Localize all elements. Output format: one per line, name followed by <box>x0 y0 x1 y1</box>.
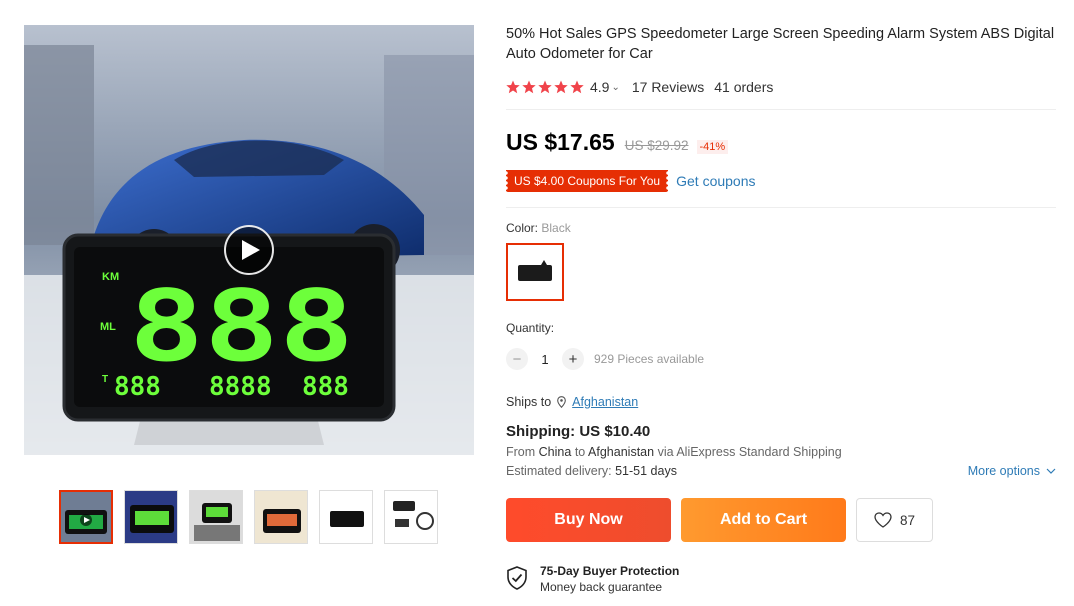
small-digits-middle: 8888 <box>209 372 272 402</box>
shipping-method: via AliExpress Standard Shipping <box>657 445 842 459</box>
shield-check-icon <box>507 566 527 590</box>
chevron-down-icon[interactable]: ⌄ <box>611 82 619 93</box>
orders-count: 41 orders <box>714 79 774 95</box>
star-rating <box>506 80 584 94</box>
shipping-from-prefix: From <box>506 445 536 459</box>
increase-quantity-button[interactable]: + <box>562 348 584 370</box>
delivery-row: Estimated delivery: 51-51 days More opti… <box>506 464 1056 478</box>
thumbnail-4[interactable] <box>254 490 308 544</box>
add-to-cart-button[interactable]: Add to Cart <box>681 498 846 542</box>
main-digits: 888 <box>129 270 354 384</box>
color-value: Black <box>541 221 571 235</box>
thumbnail-3[interactable] <box>189 490 243 544</box>
more-options-link[interactable]: More options <box>968 464 1056 478</box>
star-icon <box>554 80 568 94</box>
shipping-origin: China <box>538 445 572 459</box>
rating-row: 4.9 ⌄ 17 Reviews 41 orders <box>506 77 1056 97</box>
pieces-available: 929 Pieces available <box>594 352 705 366</box>
shipping-cost: Shipping: US $10.40 <box>506 423 651 440</box>
shipping-to-word: to <box>574 445 586 459</box>
product-info: 50% Hot Sales GPS Speedometer Large Scre… <box>506 25 1056 594</box>
t-label: T <box>102 374 108 385</box>
star-icon <box>506 80 520 94</box>
thumbnail-image <box>255 491 307 543</box>
small-digits-right: 888 <box>302 372 349 402</box>
divider <box>506 207 1056 208</box>
get-coupons-link[interactable]: Get coupons <box>676 173 755 189</box>
buyer-protection: 75-Day Buyer Protection Money back guara… <box>506 564 1056 594</box>
rating-value[interactable]: 4.9 <box>590 79 609 95</box>
star-icon <box>522 80 536 94</box>
buy-now-button[interactable]: Buy Now <box>506 498 671 542</box>
main-product-image[interactable]: KM ML 888 T 888 8888 888 <box>24 25 474 455</box>
shipping-destination: Afghanistan <box>588 445 655 459</box>
ships-to-row: Ships to Afghanistan <box>506 395 1056 409</box>
play-video-button[interactable] <box>224 225 274 275</box>
price-row: US $17.65 US $29.92 -41% <box>506 129 1056 156</box>
thumbnail-5[interactable] <box>319 490 373 544</box>
thumbnail-2[interactable] <box>124 490 178 544</box>
heart-icon <box>874 512 892 528</box>
quantity-label: Quantity: <box>506 321 555 335</box>
thumbnail-image <box>125 491 177 543</box>
delivery-days: 51-51 days <box>615 464 677 478</box>
location-pin-icon <box>557 396 567 408</box>
quantity-value[interactable]: 1 <box>528 352 562 367</box>
color-label-text: Color: <box>506 221 539 235</box>
coupon-badge[interactable]: US $4.00 Coupons For You <box>506 170 669 192</box>
star-icon <box>538 80 552 94</box>
shipping-route: From China to Afghanistan via AliExpress… <box>506 445 1056 459</box>
more-options-label: More options <box>967 464 1040 478</box>
coupon-row: US $4.00 Coupons For You Get coupons <box>506 170 1056 192</box>
thumbnail-6[interactable] <box>384 490 438 544</box>
color-label: Color: Black <box>506 221 1056 235</box>
thumbnail-strip <box>59 490 438 544</box>
thumbnail-1[interactable] <box>59 490 113 544</box>
ships-to-label: Ships to <box>506 395 552 409</box>
wishlist-count: 87 <box>899 512 916 528</box>
star-icon <box>570 80 584 94</box>
color-swatch-black[interactable] <box>506 243 564 301</box>
current-price: US $17.65 <box>506 129 615 155</box>
km-label: KM <box>102 271 119 283</box>
product-page: KM ML 888 T 888 8888 888 50% Hot Sales G… <box>0 0 1074 606</box>
wishlist-button[interactable]: 87 <box>856 498 933 542</box>
reviews-link[interactable]: 17 Reviews <box>632 79 704 95</box>
action-buttons: Buy Now Add to Cart 87 <box>506 498 1056 542</box>
protection-subtitle: Money back guarantee <box>540 580 663 594</box>
quantity-stepper: − 1 + 929 Pieces available <box>506 348 1056 370</box>
play-icon <box>242 240 260 260</box>
thumbnail-image <box>385 491 437 543</box>
divider <box>506 109 1056 110</box>
ml-label: ML <box>100 321 116 333</box>
thumbnail-image <box>61 492 111 542</box>
discount-badge: -41% <box>696 140 729 154</box>
thumbnail-image <box>320 491 372 543</box>
chevron-down-icon <box>1046 468 1056 474</box>
original-price: US $29.92 <box>624 138 689 153</box>
thumbnail-image <box>190 491 242 543</box>
protection-title: 75-Day Buyer Protection <box>540 564 680 578</box>
product-title: 50% Hot Sales GPS Speedometer Large Scre… <box>506 26 1055 62</box>
small-digits-left: 888 <box>114 372 161 402</box>
decrease-quantity-button[interactable]: − <box>506 348 528 370</box>
delivery-label: Estimated delivery: <box>506 464 612 478</box>
ships-to-country-link[interactable]: Afghanistan <box>572 395 638 409</box>
swatch-image <box>518 260 552 281</box>
